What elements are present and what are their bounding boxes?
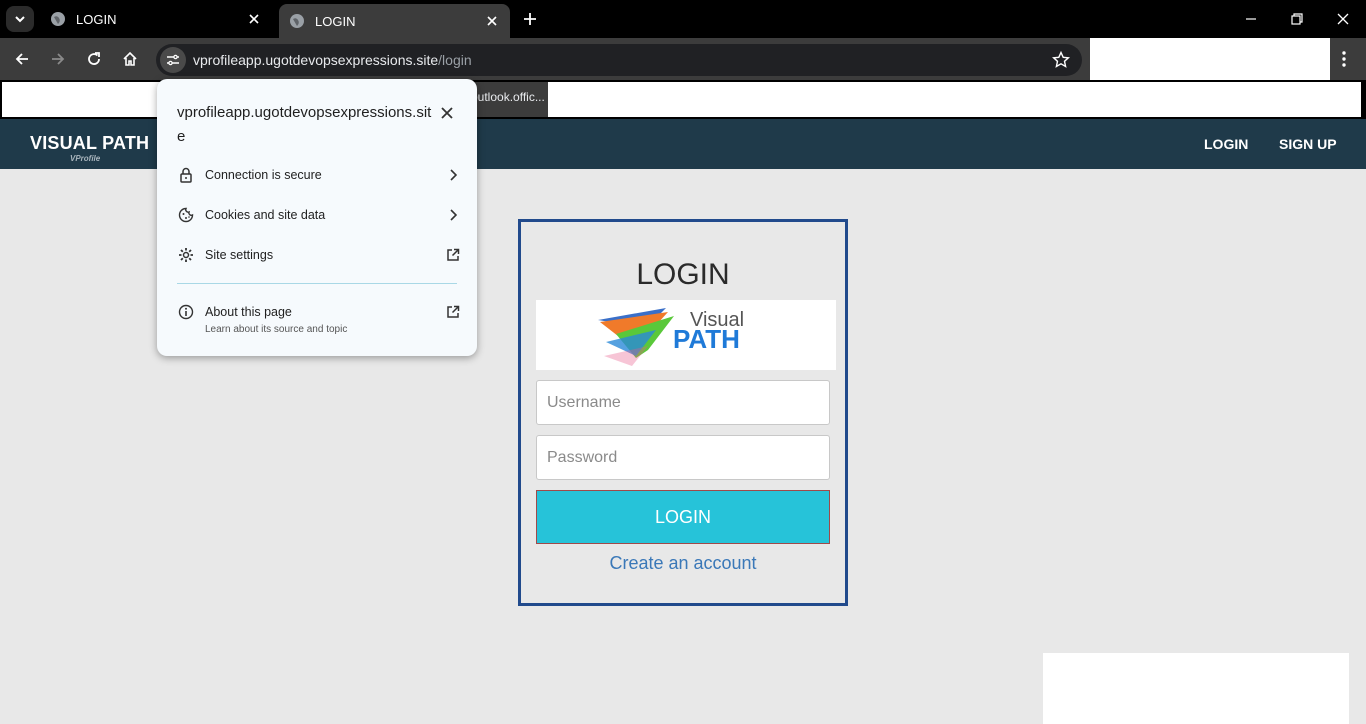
popup-row-sublabel: Learn about its source and topic (205, 324, 348, 335)
tab-search-button[interactable] (6, 6, 34, 32)
site-brand-subtitle: VProfile (70, 154, 101, 163)
username-input[interactable] (536, 380, 830, 425)
close-window-button[interactable] (1332, 8, 1354, 30)
tab-title: LOGIN (76, 11, 117, 27)
forward-button[interactable] (48, 49, 68, 69)
close-icon (441, 107, 453, 119)
cookie-icon (177, 206, 195, 224)
site-info-button[interactable] (160, 47, 186, 73)
browser-tab[interactable]: LOGIN (40, 4, 272, 34)
chevron-right-icon (445, 167, 461, 183)
arrow-right-icon (52, 53, 65, 65)
star-icon[interactable] (1052, 51, 1070, 69)
reload-button[interactable] (84, 49, 104, 69)
external-link-icon (445, 247, 461, 263)
home-button[interactable] (120, 49, 140, 69)
bookmarks-blank-area (548, 82, 1361, 117)
chevron-down-icon (15, 16, 25, 23)
close-tab-icon[interactable] (246, 11, 262, 27)
browser-toolbar: vprofileapp.ugotdevopsexpressions.site/l… (0, 38, 1366, 80)
globe-icon (51, 12, 65, 26)
popup-row-label: About this page (205, 305, 292, 319)
globe-icon (290, 14, 304, 28)
plus-icon (524, 13, 536, 25)
browser-tab-strip: LOGIN LOGIN (0, 0, 1366, 38)
tab-title: LOGIN (315, 13, 356, 29)
restore-button[interactable] (1286, 8, 1308, 30)
popup-row-cookies[interactable]: Cookies and site data (177, 203, 461, 227)
site-brand[interactable]: VISUAL PATH (30, 133, 149, 154)
create-account-link[interactable]: Create an account (521, 553, 845, 574)
bookmark-item[interactable]: outlook.offic... (466, 82, 548, 117)
info-icon (177, 303, 195, 321)
site-info-popup: vprofileapp.ugotdevopsexpressions.site C… (157, 79, 477, 356)
external-link-icon (445, 304, 461, 320)
lock-icon (177, 166, 195, 184)
gear-icon (177, 246, 195, 264)
login-panel: LOGIN Visual PATH LOGIN Create an accoun… (518, 219, 848, 606)
popup-row-site-settings[interactable]: Site settings (177, 243, 461, 267)
password-input[interactable] (536, 435, 830, 480)
reload-icon (88, 52, 100, 65)
blank-overlay (1043, 653, 1349, 724)
close-tab-icon[interactable] (484, 13, 500, 29)
login-heading: LOGIN (636, 258, 730, 291)
nav-login-link[interactable]: LOGIN (1204, 136, 1248, 152)
nav-signup-link[interactable]: SIGN UP (1279, 136, 1337, 152)
browser-menu-button[interactable] (1334, 48, 1354, 70)
popup-row-about[interactable]: About this page (177, 300, 461, 324)
minimize-icon (1246, 18, 1256, 20)
restore-icon (1291, 13, 1303, 25)
minimize-button[interactable] (1240, 8, 1262, 30)
browser-tab-active[interactable]: LOGIN (279, 4, 510, 38)
close-icon (1337, 13, 1349, 25)
new-tab-button[interactable] (520, 9, 540, 29)
home-icon (123, 51, 137, 66)
popup-site-title: vprofileapp.ugotdevopsexpressions.site (177, 104, 432, 145)
chevron-right-icon (445, 207, 461, 223)
popup-row-label: Connection is secure (205, 168, 322, 182)
logo-text-path: PATH (673, 324, 740, 354)
address-bar[interactable]: vprofileapp.ugotdevopsexpressions.site/l… (156, 44, 1082, 76)
url-text[interactable]: vprofileapp.ugotdevopsexpressions.site/l… (193, 52, 472, 68)
popup-divider (177, 283, 457, 284)
login-submit-button[interactable]: LOGIN (536, 490, 830, 544)
popup-row-label: Cookies and site data (205, 208, 326, 222)
toolbar-blank-area (1090, 38, 1330, 80)
url-path: /login (438, 52, 472, 68)
url-host: vprofileapp.ugotdevopsexpressions.site (193, 52, 439, 68)
popup-row-connection[interactable]: Connection is secure (177, 163, 461, 187)
arrow-left-icon (15, 53, 28, 65)
popup-close-button[interactable] (437, 103, 457, 123)
more-vertical-icon (1342, 51, 1346, 67)
visual-path-logo: Visual PATH (536, 300, 836, 370)
popup-row-label: Site settings (205, 248, 274, 262)
tune-icon (167, 54, 179, 66)
back-button[interactable] (12, 49, 32, 69)
